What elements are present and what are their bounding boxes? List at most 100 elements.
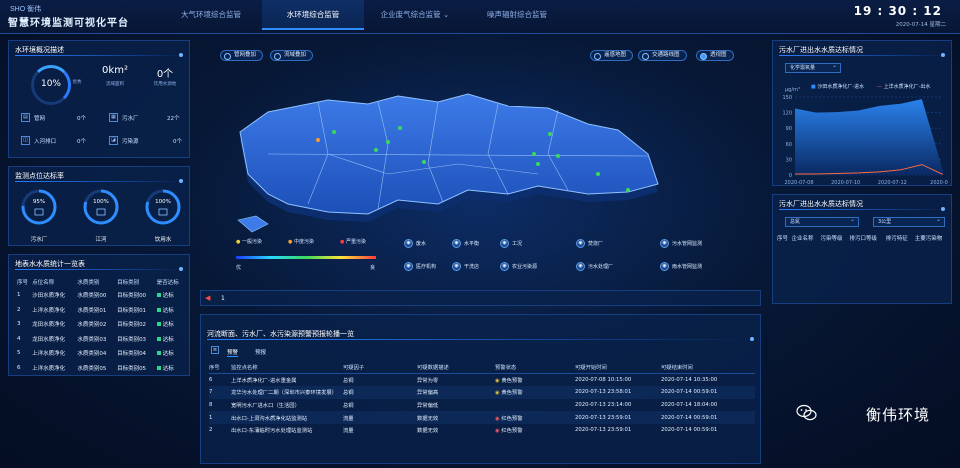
clock-date: 2020-07-14 星期二 — [895, 22, 946, 28]
table-row[interactable]: 6 上洋水质净化 水质类别05 目标类别05 达标 — [17, 361, 187, 376]
table-cell: 上洋水质净化 — [32, 365, 66, 372]
table-cell: 上洋水质净化 — [32, 307, 66, 314]
toggle-remote-map[interactable]: 遥感地图 — [590, 50, 634, 61]
table-cell: 宽明污水厂进水口（生活园） — [231, 403, 300, 410]
layer-button[interactable]: ◉ 污水管网监测 — [660, 239, 702, 249]
table-row[interactable]: 2 出水口-东涌临时污水处理站监测站 流量 数据无效 ◉ 红色预警 2020-07-13 … — [209, 424, 755, 437]
col-header: 序号 — [17, 279, 29, 286]
warning-status-cell: ◉ 黄色预警 — [495, 386, 575, 399]
table-cell: 6 — [17, 364, 21, 371]
table-cell: 出水口-东涌临时污水处理站监测站 — [231, 428, 313, 435]
col-header: 可疑数据描述 — [417, 361, 495, 375]
app-title: 智慧环境监测可视化平台 — [8, 18, 129, 29]
table-cell: 总铜 — [343, 403, 354, 410]
outlet-icon: ◫ — [21, 136, 30, 145]
title-divider — [15, 53, 183, 57]
table-row[interactable]: 1 出水口-上洞沟水质净化站监测站 流量 数据无效 ◉ 红色预警 2020-07-13 2… — [209, 411, 755, 424]
status-dot-icon — [156, 336, 161, 341]
table-cell: 2020-07-14 00:59:01 — [661, 386, 755, 399]
table-row[interactable]: 1 沙田水质净化 水质类别00 目标类别00 达标 — [17, 288, 187, 303]
list-icon[interactable]: ≡ — [211, 346, 219, 354]
table-row[interactable]: 6 上洋水质净化厂-进水重金属 总铜 异常为零 ◉ 黄色预警 2020-07-08 10:… — [209, 374, 755, 387]
tab-warning[interactable]: 预警 — [227, 348, 239, 357]
table-cell: 4 — [17, 335, 21, 342]
table-cell: 目标类别02 — [117, 322, 147, 329]
layer-button[interactable]: ◉ 焚烧厂 — [576, 239, 603, 249]
table-cell: 2020-07-13 23:59:01 — [575, 411, 661, 424]
status-dot-icon — [156, 351, 161, 356]
layer-button[interactable]: ◉ 干洗店 — [452, 262, 479, 272]
nav-noise[interactable]: 噪声辐射综合监管 — [466, 0, 568, 30]
title-divider — [15, 179, 183, 183]
toggle-basin-overlay[interactable]: 流域叠加 — [270, 50, 314, 61]
toggle-traffic-map[interactable]: 交通路线图 — [638, 50, 687, 61]
chevron-down-icon: ⌄ — [443, 10, 450, 19]
nav-enterprise[interactable]: 企业废气综合监管 ⌄ — [364, 0, 466, 30]
layer-button[interactable]: ◉ 医疗机构 — [404, 262, 436, 272]
col-header: 排污特征 — [885, 235, 908, 242]
layer-button[interactable]: ◉ 水平衡 — [452, 239, 479, 249]
alert-bar[interactable]: ◀ 1 — [200, 290, 761, 306]
incinerator-icon: ◉ — [576, 239, 585, 248]
toggle-pipe-overlay[interactable]: 管网叠加 — [220, 50, 264, 61]
gradient-low-label: 优 — [236, 265, 242, 271]
table-cell: 龙华污水处理厂二期（深圳市兴泰环境发展） — [231, 386, 343, 399]
layer-label: 农业污染源 — [512, 264, 538, 270]
brand-logo: SHO 衡伟 — [10, 6, 42, 13]
col-header: 污染等级 — [820, 235, 843, 242]
table-cell: 流量 — [343, 411, 417, 424]
pollution-source-icon: ◪ — [109, 136, 118, 145]
status-cell: 达标 — [156, 317, 187, 332]
distance-select[interactable]: 3公里 — [873, 216, 945, 227]
col-header: 主要污染物 — [914, 235, 943, 242]
table-cell: 龙田水质净化 — [32, 322, 66, 329]
table-cell: 沙田水质净化 — [32, 293, 66, 300]
table-cell: 目标类别01 — [117, 307, 147, 314]
layer-button[interactable]: ◉ 工况 — [500, 239, 522, 249]
plant-chart-title: 污水厂进出水水质达标情况 — [779, 46, 863, 54]
toggle-perspective-map[interactable]: 透视图 — [696, 50, 734, 61]
table-cell: 8 — [209, 402, 213, 409]
layer-button[interactable]: ◉ 废水 — [404, 239, 426, 249]
nitrogen-select[interactable]: 总氮 — [785, 216, 859, 227]
wastewater-icon: ◉ — [404, 239, 413, 248]
table-cell: 2 — [209, 427, 213, 434]
nav-air[interactable]: 大气环境综合监管 — [160, 0, 262, 30]
table-cell: 目标类别04 — [117, 351, 147, 358]
table-cell: 2020-07-13 23:59:01 — [575, 427, 632, 434]
table-cell: 2020-07-13 23:58:01 — [575, 386, 661, 399]
layer-button[interactable]: ◉ 农业污染源 — [500, 262, 537, 272]
x-tick-label: 2020-07-08 — [784, 180, 813, 186]
table-row[interactable]: 5 上洋水质净化 水质类别04 目标类别04 达标 — [17, 346, 187, 361]
table-row[interactable]: 7 龙华污水处理厂二期（深圳市兴泰环境发展） 总铜 异常偏高 ◉ 黄色预警 2020-07… — [209, 386, 755, 399]
x-tick-label: 2020-07-10 — [831, 180, 860, 186]
y-tick-label: 0 — [789, 173, 792, 179]
table-cell: 异常为零 — [417, 378, 439, 385]
quality-ring: 10% — [31, 65, 71, 105]
factor-select[interactable]: 化学需氧量 — [785, 62, 841, 73]
table-row[interactable]: 3 龙田水质净化 水质类别02 目标类别02 达标 — [17, 317, 187, 332]
table-row[interactable]: 4 龙田水质净化 水质类别03 目标类别03 达标 — [17, 332, 187, 347]
table-cell: 6 — [209, 377, 213, 384]
y-tick-label: 60 — [786, 142, 792, 148]
table-cell: 水质类别01 — [77, 307, 107, 314]
top-header: SHO 衡伟 智慧环境监测可视化平台 大气环境综合监管 水环境综合监管 企业废气… — [0, 0, 960, 34]
table-cell: 水质类别04 — [77, 351, 107, 358]
table-row[interactable]: 2 上洋水质净化 水质类别01 目标类别01 达标 — [17, 303, 187, 318]
source-label: 饮用水源地 — [153, 82, 177, 87]
nav-water[interactable]: 水环境综合监管 — [262, 0, 364, 30]
table-row[interactable]: 8 宽明污水厂进水口（生活园） 总铜 异常偏低 2020-07-13 23:14:00 2… — [209, 399, 755, 412]
title-divider — [207, 337, 754, 341]
layer-button[interactable]: ◉ 污水处理厂 — [576, 262, 613, 272]
alert-count: 1 — [221, 295, 225, 302]
y-tick-label: 90 — [786, 126, 792, 132]
map-area[interactable]: 管网叠加 流域叠加 遥感地图 交通路线图 透视图 ● 一般污染 ● 中度污染 ●… — [208, 44, 760, 284]
pipe-network-icon: ◉ — [660, 239, 669, 248]
col-header: 水质类别 — [77, 279, 100, 286]
layer-button[interactable]: ◉ 雨水管网监测 — [660, 262, 702, 272]
tab-forecast[interactable]: 预报 — [255, 348, 266, 356]
table-cell: 水质类别03 — [77, 336, 107, 343]
warning-title: 河流断面、污水厂、水污染源预警预报轮播一览 — [207, 330, 354, 338]
table-cell: 2020-07-14 00:59:01 — [661, 427, 718, 434]
warning-panel: 河流断面、污水厂、水污染源预警预报轮播一览 ≡ 预警 预报 序号 监控点名称 可… — [200, 314, 761, 464]
